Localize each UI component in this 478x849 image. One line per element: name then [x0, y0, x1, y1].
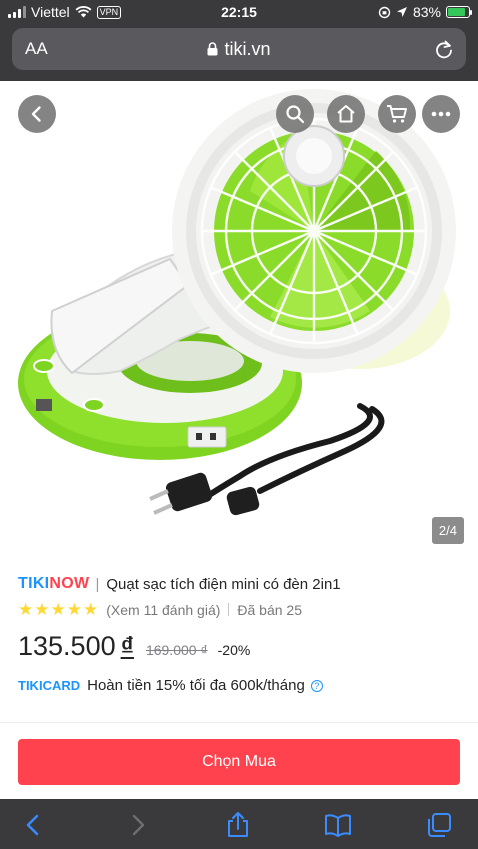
product-info: TIKINOW | Quạt sạc tích điện mini có đèn… [0, 557, 478, 722]
product-image-gallery[interactable]: 2/4 [0, 81, 478, 557]
location-icon [396, 7, 407, 17]
carrier-name: Viettel [31, 4, 70, 20]
tikinow-logo: TIKINOW [18, 575, 90, 592]
battery-percent: 83% [412, 4, 441, 20]
home-button[interactable] [327, 95, 365, 133]
cart-icon [387, 105, 407, 123]
discount-badge: -20% [217, 642, 251, 658]
product-image-fan [18, 89, 456, 516]
rating-stars: ★ ★ ★ ★ ★ [18, 601, 98, 618]
reload-icon[interactable] [433, 38, 455, 60]
url-display[interactable]: tiki.vn [12, 39, 466, 60]
battery-icon [446, 6, 472, 18]
reviews-link[interactable]: (Xem 11 đánh giá) [106, 602, 220, 618]
cashback-text: Hoàn tiền 15% tối đa 600k/tháng [87, 677, 305, 694]
star-icon: ★ [83, 600, 99, 619]
signal-icon [8, 6, 26, 18]
search-icon [286, 105, 305, 124]
buy-button[interactable]: Chọn Mua [18, 739, 460, 785]
title-separator: | [95, 575, 100, 593]
orientation-lock-icon [378, 6, 391, 18]
title-row: TIKINOW | Quạt sạc tích điện mini có đèn… [18, 575, 341, 593]
star-icon: ★ [18, 600, 34, 619]
home-icon [337, 105, 355, 123]
divider [228, 603, 230, 616]
url-domain: tiki.vn [224, 39, 271, 59]
star-icon: ★ [34, 600, 50, 619]
image-counter: 2/4 [431, 517, 464, 544]
current-price: 135.500 [18, 631, 116, 661]
bookmarks-icon[interactable] [324, 811, 352, 839]
back-button[interactable] [18, 95, 56, 133]
help-icon[interactable]: ? [310, 679, 323, 692]
more-button[interactable] [422, 95, 460, 133]
lock-icon [207, 42, 218, 56]
screen: Viettel VPN 22:15 83% AA tiki.vn 2/4 TIK… [0, 0, 478, 849]
price-row: 135.500 ₫ 169.000 ₫ -20% [18, 631, 250, 662]
wifi-icon [75, 6, 92, 18]
browser-toolbar [0, 799, 478, 849]
original-price: 169.000 ₫ [145, 642, 208, 658]
status-bar: Viettel VPN 22:15 83% [0, 0, 478, 24]
cart-button[interactable] [378, 95, 416, 133]
tabs-icon[interactable] [425, 811, 453, 839]
currency-symbol: ₫ [120, 631, 134, 661]
browser-back-icon[interactable] [20, 811, 48, 839]
share-icon[interactable] [224, 811, 252, 839]
star-icon: ★ [50, 600, 66, 619]
browser-forward-icon[interactable] [123, 811, 151, 839]
star-icon: ★ [66, 600, 82, 619]
tikicard-promo[interactable]: TIKICARD Hoàn tiền 15% tối đa 600k/tháng… [18, 677, 323, 694]
browser-chrome-top: Viettel VPN 22:15 83% AA tiki.vn [0, 0, 478, 81]
address-bar[interactable]: AA tiki.vn [12, 28, 466, 70]
chevron-left-icon [31, 106, 41, 122]
vpn-badge: VPN [96, 5, 122, 19]
product-title: Quạt sạc tích điện mini có đèn 2in1 [106, 575, 341, 593]
tikicard-logo: TIKICARD [18, 678, 81, 693]
rating-row: ★ ★ ★ ★ ★ (Xem 11 đánh giá) Đã bán 25 [18, 601, 302, 618]
buy-bar: Chọn Mua [0, 723, 478, 799]
sold-count: Đã bán 25 [237, 601, 302, 618]
more-icon [431, 111, 451, 117]
search-button[interactable] [276, 95, 314, 133]
